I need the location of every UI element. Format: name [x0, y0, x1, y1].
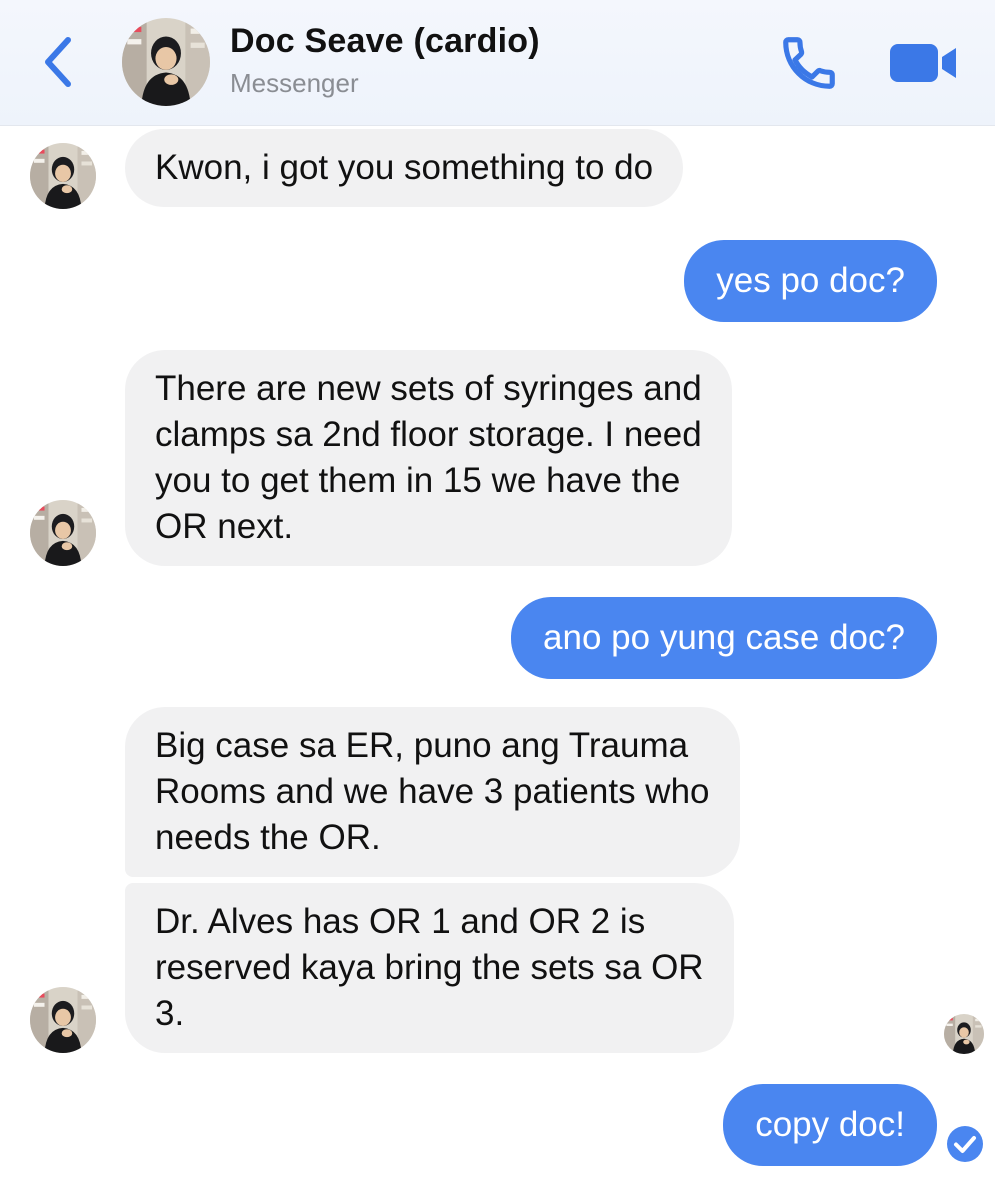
phone-icon[interactable]	[778, 32, 840, 94]
chevron-left-icon[interactable]	[38, 34, 78, 90]
sender-avatar[interactable]	[30, 987, 96, 1053]
incoming-message[interactable]: Kwon, i got you something to do	[125, 129, 684, 207]
outgoing-message[interactable]: yes po doc?	[684, 240, 937, 322]
contact-avatar[interactable]	[122, 18, 210, 106]
sender-avatar[interactable]	[30, 500, 96, 566]
incoming-message[interactable]: Big case sa ER, puno ang Trauma Rooms an…	[125, 707, 740, 877]
outgoing-message[interactable]: ano po yung case doc?	[511, 597, 937, 679]
video-camera-icon[interactable]	[888, 38, 960, 88]
sender-avatar[interactable]	[30, 143, 96, 209]
contact-subtitle: Messenger	[230, 68, 359, 98]
conversation-header: Doc Seave (cardio) Messenger	[0, 0, 995, 126]
incoming-message[interactable]: There are new sets of syringes and clamp…	[125, 350, 732, 566]
incoming-message[interactable]: Dr. Alves has OR 1 and OR 2 is reserved …	[125, 883, 734, 1053]
outgoing-message[interactable]: copy doc!	[723, 1084, 937, 1166]
read-receipt-avatar	[944, 1014, 984, 1054]
delivered-check-icon	[945, 1124, 985, 1164]
contact-name[interactable]: Doc Seave (cardio)	[230, 22, 540, 61]
